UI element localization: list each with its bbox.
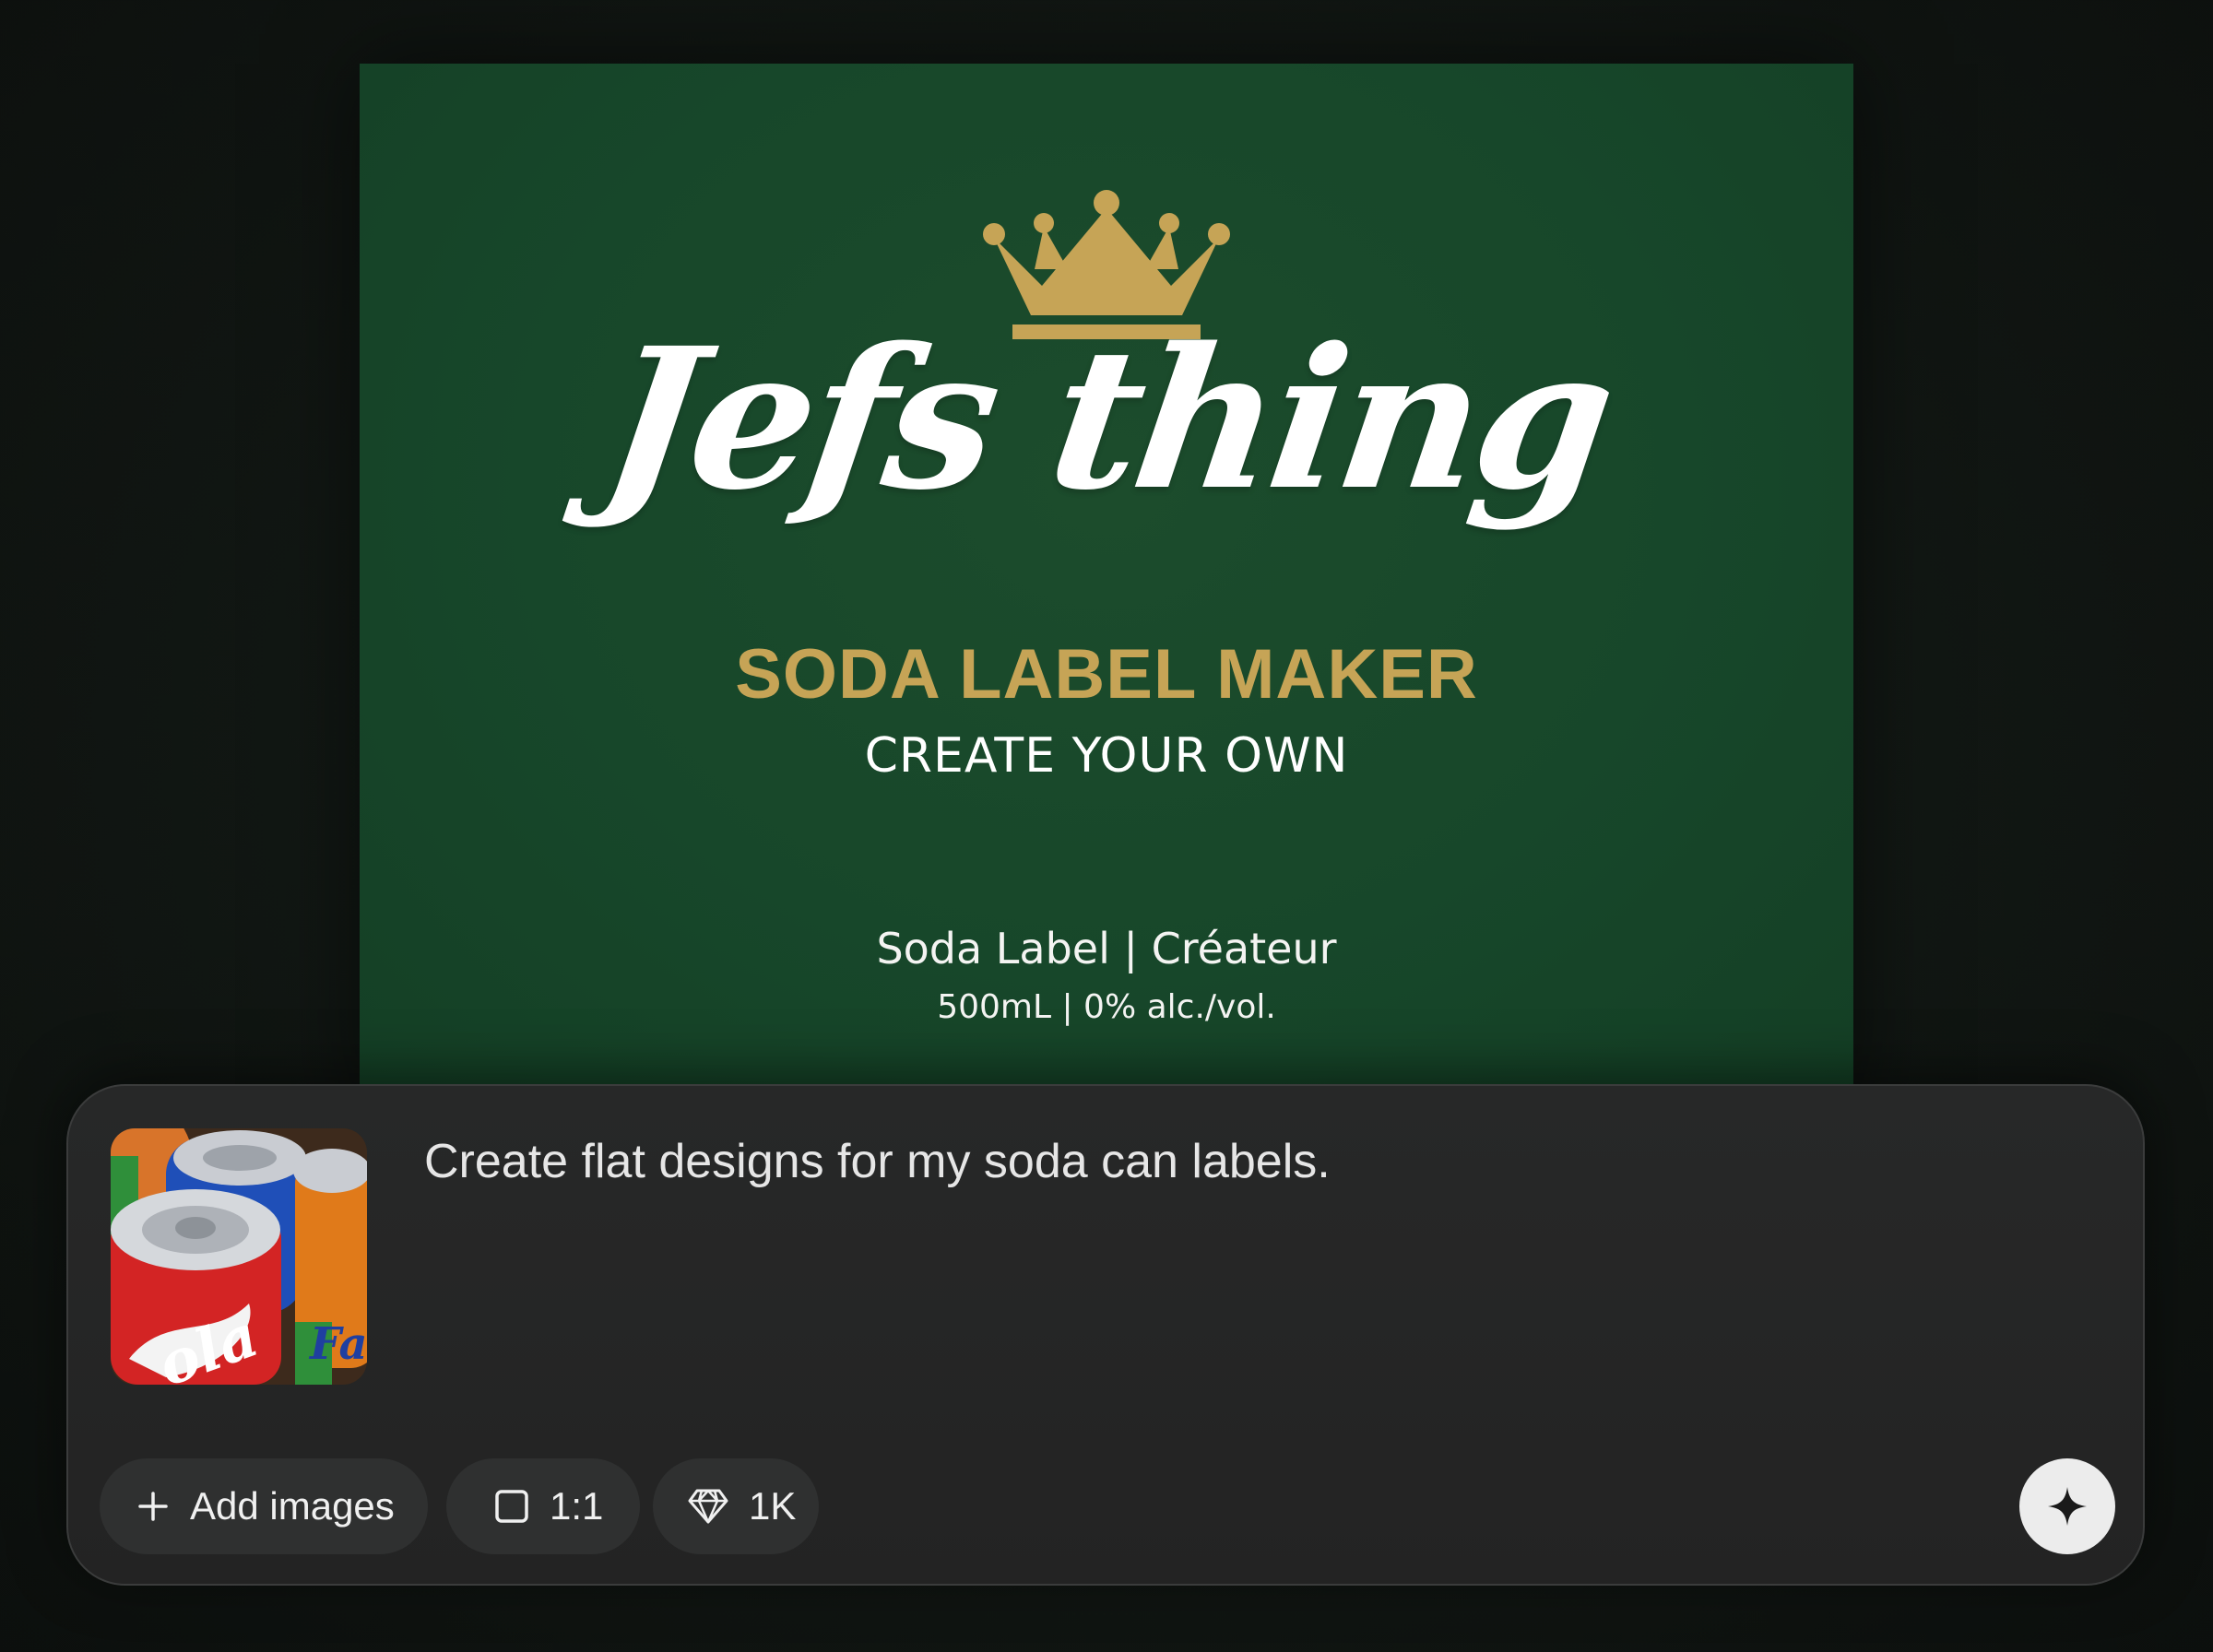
svg-text:Fa: Fa (308, 1318, 367, 1370)
prompt-composer: Fa ola Create flat designs for my soda c… (66, 1084, 2145, 1586)
plus-icon (138, 1492, 168, 1521)
add-images-label: Add images (190, 1484, 395, 1528)
prompt-input[interactable]: Create flat designs for my soda can labe… (424, 1134, 1331, 1189)
soda-cans-image: Fa ola (111, 1128, 367, 1385)
add-images-button[interactable]: Add images (100, 1458, 428, 1554)
sparkle-icon (2048, 1487, 2087, 1526)
generate-button[interactable] (2019, 1458, 2115, 1554)
volume-line: 500mL | 0% alc./vol. (937, 988, 1276, 1026)
label-tagline: CREATE YOUR OWN (864, 728, 1349, 784)
quality-label: 1K (749, 1484, 797, 1528)
aspect-ratio-label: 1:1 (550, 1484, 604, 1528)
diamond-icon (688, 1489, 728, 1524)
attached-image-thumbnail[interactable]: Fa ola (111, 1128, 367, 1385)
aspect-ratio-button[interactable]: 1:1 (446, 1458, 640, 1554)
brand-title: Jefs thing (590, 305, 1623, 533)
product-line: Soda Label | Créateur (876, 924, 1337, 974)
label-subtitle: SODA LABEL MAKER (735, 635, 1478, 714)
square-icon (495, 1490, 528, 1523)
quality-button[interactable]: 1K (653, 1458, 819, 1554)
